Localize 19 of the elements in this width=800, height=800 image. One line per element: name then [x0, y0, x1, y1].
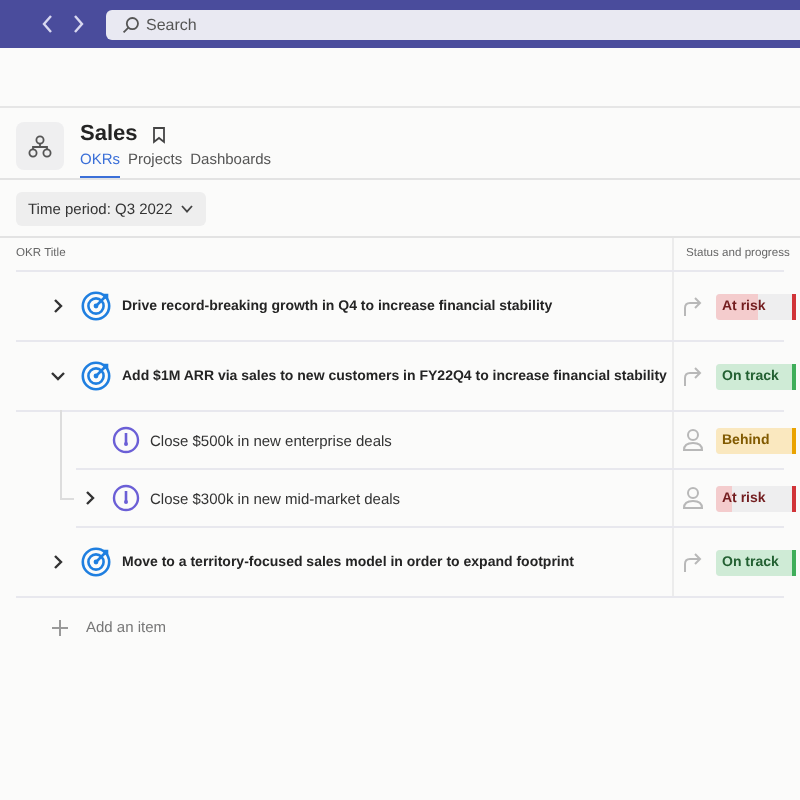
gauge-icon — [112, 426, 140, 454]
target-icon — [80, 290, 112, 322]
share-arrow-icon — [682, 551, 704, 573]
chevron-down-icon — [180, 204, 195, 214]
app-icon — [16, 122, 64, 170]
gauge-icon — [112, 484, 140, 512]
share-arrow-icon — [682, 365, 704, 387]
target-icon — [80, 360, 112, 392]
person-icon — [682, 428, 704, 452]
search-icon — [122, 15, 140, 33]
back-icon[interactable] — [40, 14, 56, 34]
target-icon — [80, 546, 112, 578]
plus-icon — [52, 619, 68, 635]
page-title: Sales — [80, 122, 138, 146]
forward-icon[interactable] — [70, 14, 86, 34]
bookmark-icon[interactable] — [151, 125, 166, 143]
share-arrow-icon — [682, 295, 704, 317]
search-field[interactable]: Search — [106, 9, 800, 39]
person-icon — [682, 486, 704, 510]
